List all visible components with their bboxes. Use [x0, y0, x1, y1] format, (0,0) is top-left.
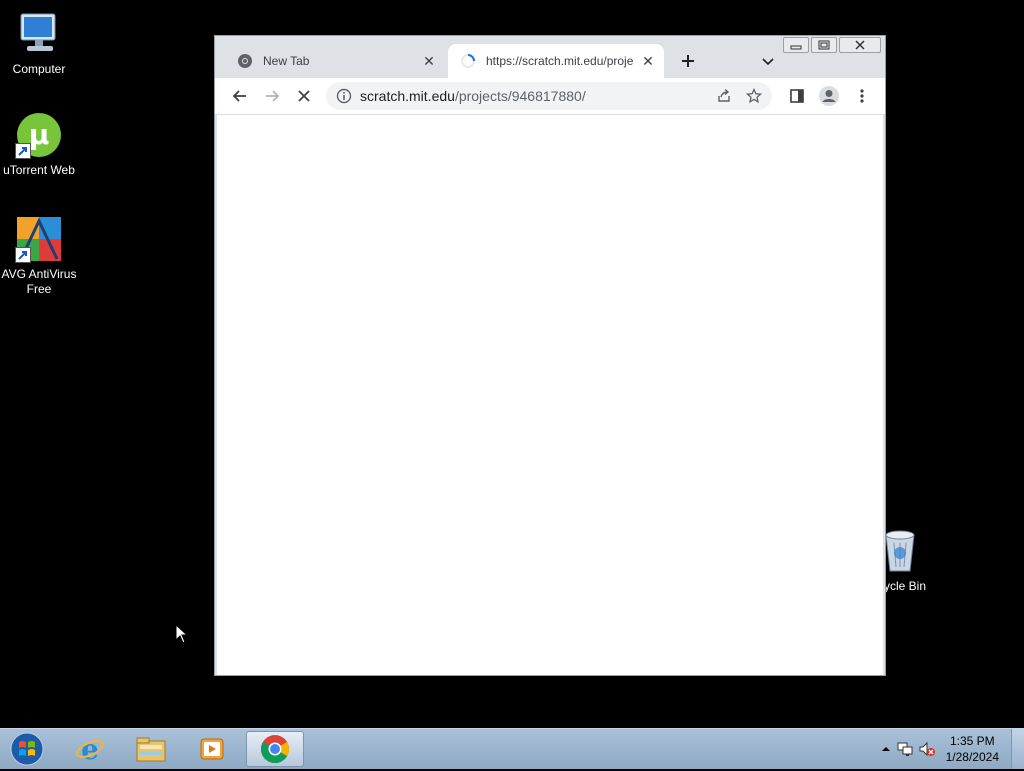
taskbar-media-player[interactable]	[184, 731, 240, 767]
new-tab-button[interactable]	[677, 50, 699, 72]
taskbar-file-explorer[interactable]	[123, 731, 179, 767]
chevron-up-icon	[881, 747, 890, 751]
taskbar-internet-explorer[interactable]: e	[62, 731, 118, 767]
chrome-icon	[260, 735, 289, 764]
computer-icon	[15, 10, 63, 58]
profile-avatar-icon	[819, 86, 839, 106]
desktop-icon-label: uTorrent Web	[3, 163, 75, 177]
bookmark-button[interactable]	[742, 84, 766, 108]
show-hidden-icons-button[interactable]	[878, 744, 894, 754]
tab-title: https://scratch.mit.edu/proje	[486, 54, 634, 68]
start-button[interactable]	[8, 732, 46, 766]
clock-time: 1:35 PM	[949, 734, 995, 748]
avg-icon	[15, 215, 63, 263]
arrow-left-icon	[232, 90, 246, 102]
svg-text:µ: µ	[29, 118, 50, 151]
mouse-cursor-icon	[175, 623, 189, 649]
url-text[interactable]: scratch.mit.edu/projects/946817880/	[360, 88, 712, 104]
side-panel-icon	[790, 89, 804, 103]
share-icon	[718, 88, 730, 102]
close-icon	[298, 90, 310, 102]
windows-logo-icon	[10, 732, 44, 766]
tab-close-icon[interactable]: ✕	[421, 53, 437, 69]
internet-explorer-icon: e	[76, 734, 104, 764]
desktop-icon-computer[interactable]: Computer	[0, 10, 79, 77]
tab-scratch[interactable]: https://scratch.mit.edu/proje ✕	[448, 44, 664, 78]
tab-search-button[interactable]	[757, 50, 779, 72]
taskbar: e 1:35 PM 1/28/2024	[0, 728, 1024, 769]
arrow-right-icon	[266, 90, 280, 102]
shortcut-arrow-icon	[15, 247, 31, 263]
tab-new-tab[interactable]: New Tab ✕	[225, 44, 445, 78]
network-icon[interactable]	[894, 741, 916, 757]
menu-button[interactable]	[850, 84, 874, 108]
profile-button[interactable]	[817, 84, 841, 108]
file-explorer-icon	[136, 737, 166, 762]
show-desktop-button[interactable]	[1011, 729, 1024, 769]
desktop-icon-label: Computer	[12, 62, 66, 76]
info-icon[interactable]	[336, 88, 352, 104]
url-path: /projects/946817880/	[454, 88, 586, 104]
side-panel-button[interactable]	[785, 84, 809, 108]
utorrent-icon: µ	[15, 111, 63, 159]
taskbar-chrome[interactable]	[246, 731, 304, 767]
desktop-icon-avg-antivirus[interactable]: AVG AntiVirus Free	[0, 215, 79, 297]
address-bar[interactable]: scratch.mit.edu/projects/946817880/	[326, 82, 772, 110]
plus-icon	[682, 55, 694, 67]
chevron-down-icon	[762, 58, 774, 66]
clock-date: 1/28/2024	[945, 750, 999, 764]
volume-muted-icon[interactable]	[916, 741, 938, 757]
browser-toolbar: scratch.mit.edu/projects/946817880/	[215, 78, 885, 115]
forward-button[interactable]	[260, 84, 284, 108]
desktop-icon-utorrent-web[interactable]: µ uTorrent Web	[0, 111, 79, 178]
stop-button[interactable]	[292, 84, 316, 108]
svg-text:e: e	[81, 734, 99, 764]
system-tray: 1:35 PM 1/28/2024	[878, 729, 1024, 769]
tab-close-icon[interactable]: ✕	[640, 53, 656, 69]
chrome-favicon-icon	[237, 53, 253, 69]
desktop-icon-label: AVG AntiVirus Free	[1, 267, 77, 296]
shortcut-arrow-icon	[15, 143, 31, 159]
url-host: scratch.mit.edu	[360, 88, 455, 104]
share-button[interactable]	[712, 84, 736, 108]
browser-window: New Tab ✕ https://scratch.mit.edu/proje …	[214, 35, 886, 676]
kebab-menu-icon	[860, 89, 864, 103]
star-icon	[746, 88, 762, 104]
tab-strip: New Tab ✕ https://scratch.mit.edu/proje …	[215, 44, 885, 78]
back-button[interactable]	[228, 84, 252, 108]
clock[interactable]: 1:35 PM 1/28/2024	[946, 733, 999, 765]
loading-spinner-icon	[460, 53, 476, 69]
page-content-area[interactable]	[217, 115, 883, 675]
tab-title: New Tab	[263, 54, 310, 68]
media-player-icon	[200, 738, 224, 760]
